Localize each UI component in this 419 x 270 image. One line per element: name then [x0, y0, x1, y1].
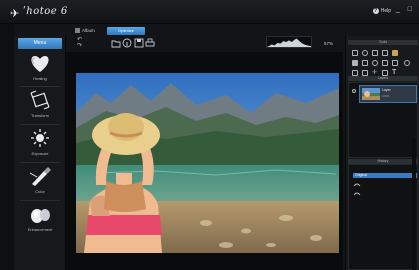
photo-canvas[interactable] — [76, 73, 339, 253]
open-folder-icon[interactable] — [111, 38, 121, 48]
help-button[interactable]: ? Help — [372, 8, 391, 14]
heart-icon — [31, 56, 49, 72]
tool-exposure-label: Exposure — [31, 151, 49, 156]
redo-button[interactable]: ↷ — [77, 43, 82, 49]
tools-panel-header: Tools — [348, 40, 418, 45]
left-strip — [0, 24, 14, 270]
action-toolbar — [111, 38, 171, 49]
tab-optimize[interactable]: Optimize — [107, 27, 145, 35]
panel-scrollbar[interactable] — [412, 138, 416, 270]
histogram — [266, 36, 312, 48]
history-panel: Original — [348, 164, 418, 270]
history-tools — [353, 183, 361, 196]
info-icon[interactable] — [122, 38, 132, 48]
tool-color[interactable]: Color — [18, 165, 62, 199]
window-controls[interactable]: _ □ — [396, 6, 415, 13]
layer-opacity: 100% — [382, 94, 390, 98]
print-icon[interactable] — [145, 38, 155, 48]
clone-tool-icon[interactable] — [362, 60, 368, 66]
undo-redo: ↶ ↷ — [77, 37, 82, 49]
droplets-icon — [31, 209, 50, 223]
redo-icon[interactable] — [353, 192, 361, 196]
undo-icon[interactable] — [353, 183, 361, 187]
plane-icon: ✈ — [10, 8, 20, 20]
tool-healing-label: Healing — [33, 76, 47, 81]
transform-icon — [30, 90, 50, 110]
fill-tool-icon[interactable] — [352, 60, 358, 66]
divider — [20, 86, 60, 87]
layers-panel: Layer 100% — [348, 82, 418, 176]
app-window: ✈ ʹhotoe 6 ? Help _ □ Menu Healing Transf… — [0, 0, 419, 270]
history-item[interactable]: Original — [353, 173, 417, 178]
brush-icon — [29, 167, 51, 186]
tool-transform-label: Transform — [30, 113, 50, 118]
app-logo: ✈ ʹhotoe 6 — [10, 6, 80, 20]
divider — [20, 200, 60, 201]
layers-panel-header: Layers — [348, 76, 418, 81]
tool-color-label: Color — [35, 189, 45, 194]
spot-tool-icon[interactable] — [372, 60, 378, 66]
layer-thumbnail — [362, 88, 380, 100]
tab-album-label: Album — [82, 28, 95, 33]
divider — [20, 124, 60, 125]
right-panel: Tools ✛ T Layers Layer 100% History Orig… — [345, 36, 419, 270]
tool-enhancement[interactable]: Enhancement — [18, 203, 62, 237]
save-icon[interactable] — [134, 38, 144, 48]
tool-transform[interactable]: Transform — [18, 89, 62, 123]
help-icon: ? — [372, 8, 379, 14]
menu-button[interactable]: Menu — [18, 38, 62, 49]
sun-icon — [31, 129, 49, 147]
tool-enhancement-label: Enhancement — [27, 227, 53, 232]
title-bar: ✈ ʹhotoe 6 ? Help _ □ — [0, 0, 419, 24]
ellipse-tool-icon[interactable] — [362, 50, 368, 56]
help-label: Help — [380, 8, 391, 14]
rect-tool-icon[interactable] — [382, 60, 388, 66]
color-tool-icon[interactable] — [392, 50, 398, 56]
wand-tool-icon[interactable] — [382, 50, 388, 56]
circle-tool-icon[interactable] — [404, 60, 410, 66]
album-icon — [75, 28, 80, 34]
logo-text: ʹhotoe 6 — [23, 6, 68, 17]
visibility-icon[interactable] — [352, 89, 356, 93]
zoom-level[interactable]: 57% — [324, 41, 333, 46]
lasso-tool-icon[interactable] — [372, 50, 378, 56]
shape-tool-icon[interactable] — [392, 60, 398, 66]
layer-name: Layer — [382, 88, 391, 92]
layer-item[interactable]: Layer 100% — [359, 85, 417, 103]
tool-sidebar: Menu Healing Transform Exposure Color En… — [14, 36, 66, 270]
tool-exposure[interactable]: Exposure — [18, 127, 62, 161]
tab-album[interactable]: Album — [75, 28, 95, 34]
select-tool-icon[interactable] — [352, 50, 358, 56]
divider — [20, 162, 60, 163]
tool-healing[interactable]: Healing — [18, 52, 62, 86]
